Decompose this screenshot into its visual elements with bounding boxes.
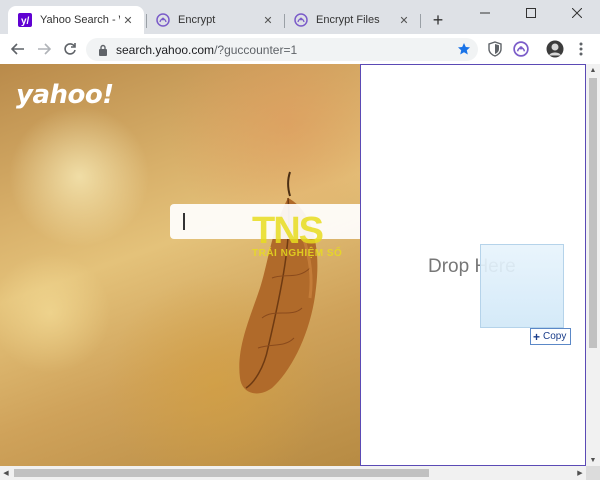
scrollbar-corner [586, 466, 600, 480]
horizontal-scroll-thumb[interactable] [14, 469, 429, 477]
yahoo-logo[interactable]: yahoo! [16, 80, 114, 110]
tab-yahoo-search[interactable]: y/ Yahoo Search - Web Search ✕ [8, 6, 144, 34]
watermark-big: TNS [252, 210, 324, 252]
extension-favicon-icon [156, 13, 170, 27]
plus-icon: + [533, 329, 541, 344]
url-text: search.yahoo.com/?guccounter=1 [116, 43, 297, 57]
new-tab-button[interactable]: + [428, 10, 448, 30]
encrypt-extension-icon[interactable] [512, 40, 530, 58]
tab-separator [420, 14, 421, 28]
shield-extension-icon[interactable] [486, 40, 504, 58]
watermark-small: TRẢI NGHIỆM SỐ [252, 248, 343, 259]
lock-icon[interactable] [96, 44, 110, 56]
reload-button[interactable] [60, 39, 80, 59]
watermark: TNS TRẢI NGHIỆM SỐ [252, 210, 343, 259]
svg-text:y/: y/ [21, 16, 30, 27]
url-path: /?guccounter=1 [214, 42, 298, 57]
scroll-down-icon[interactable]: ▼ [586, 454, 600, 466]
bookmark-star-icon[interactable] [456, 41, 472, 57]
extension-favicon-icon [294, 13, 308, 27]
drop-zone[interactable]: Drop Here + Copy [360, 64, 586, 466]
avatar[interactable] [546, 40, 564, 58]
close-window-button[interactable] [554, 0, 600, 26]
tab-title: Encrypt Files [316, 14, 380, 26]
back-arrow-icon [11, 43, 24, 55]
reload-icon [64, 43, 76, 55]
horizontal-scrollbar[interactable]: ◀ ▶ [0, 466, 586, 480]
tab-encrypt-files[interactable]: Encrypt Files ✕ [284, 6, 420, 34]
close-tab-icon[interactable]: ✕ [260, 12, 276, 28]
scroll-right-icon[interactable]: ▶ [574, 466, 586, 480]
close-tab-icon[interactable]: ✕ [396, 12, 412, 28]
close-tab-icon[interactable]: ✕ [120, 12, 136, 28]
forward-button[interactable] [34, 39, 54, 59]
scroll-left-icon[interactable]: ◀ [0, 466, 12, 480]
tab-title: Yahoo Search - Web Search [40, 14, 120, 26]
address-bar[interactable]: search.yahoo.com/?guccounter=1 [86, 38, 478, 61]
back-button[interactable] [8, 39, 28, 59]
yahoo-favicon-icon: y/ [18, 13, 32, 27]
tab-strip: y/ Yahoo Search - Web Search ✕ Encrypt ✕… [0, 0, 600, 34]
menu-kebab-icon[interactable] [572, 40, 590, 58]
browser-window: y/ Yahoo Search - Web Search ✕ Encrypt ✕… [0, 0, 600, 480]
tab-title: Encrypt [178, 14, 216, 26]
copy-drag-indicator: + Copy [530, 328, 572, 345]
copy-label: Copy [543, 331, 567, 342]
drag-preview [480, 244, 564, 328]
page-content: yahoo! TNS TRẢI NGHIỆM SỐ Drop Here + Co… [0, 64, 586, 466]
scroll-up-icon[interactable]: ▲ [586, 64, 600, 76]
vertical-scrollbar[interactable]: ▲ ▼ [586, 64, 600, 466]
url-host: search.yahoo.com [116, 42, 215, 57]
tab-encrypt[interactable]: Encrypt ✕ [146, 6, 284, 34]
forward-arrow-icon [38, 43, 51, 55]
vertical-scroll-thumb[interactable] [589, 78, 597, 348]
browser-toolbar: search.yahoo.com/?guccounter=1 [0, 34, 600, 64]
minimize-button[interactable] [462, 0, 508, 26]
maximize-button[interactable] [508, 0, 554, 26]
text-caret [183, 213, 185, 230]
yahoo-background-image: yahoo! TNS TRẢI NGHIỆM SỐ [0, 64, 360, 466]
